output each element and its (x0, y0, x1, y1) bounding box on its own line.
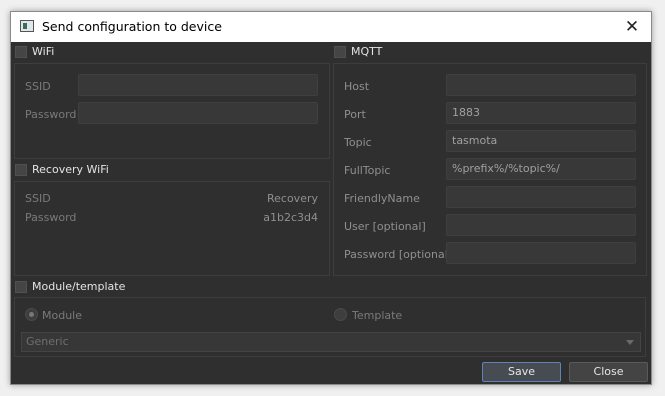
recovery-wifi-checkbox[interactable] (15, 164, 27, 176)
title-bar: Send configuration to device ✕ (11, 12, 651, 42)
recovery-ssid-value: Recovery (266, 192, 318, 205)
mqtt-password-input[interactable] (446, 242, 636, 264)
dialog-window: Send configuration to device ✕ WiFi SSID… (10, 11, 652, 385)
mqtt-port-input[interactable]: 1883 (446, 102, 636, 124)
mqtt-host-input[interactable] (446, 74, 636, 96)
module-template-checkbox[interactable] (15, 281, 27, 293)
mqtt-user-input[interactable] (446, 214, 636, 236)
mqtt-friendlyname-input[interactable] (446, 186, 636, 208)
window-title: Send configuration to device (42, 19, 222, 34)
wifi-section-title: WiFi (32, 45, 55, 58)
module-select[interactable]: Generic (21, 332, 641, 352)
chevron-down-icon (626, 340, 634, 345)
recovery-password-label: Password (25, 211, 77, 224)
template-radio[interactable] (334, 308, 347, 321)
app-icon (20, 20, 34, 32)
mqtt-port-label: Port (344, 108, 366, 121)
mqtt-fulltopic-input[interactable]: %prefix%/%topic%/ (446, 158, 636, 180)
mqtt-user-label: User [optional] (344, 220, 426, 233)
module-select-value: Generic (26, 335, 69, 348)
module-radio[interactable] (25, 308, 38, 321)
wifi-ssid-label: SSID (25, 80, 51, 93)
mqtt-topic-input[interactable]: tasmota (446, 130, 636, 152)
mqtt-section-title: MQTT (351, 45, 383, 58)
mqtt-topic-label: Topic (344, 136, 372, 149)
save-button[interactable]: Save (482, 362, 561, 382)
mqtt-host-label: Host (344, 80, 370, 93)
recovery-wifi-section-title: Recovery WiFi (32, 163, 109, 176)
recovery-ssid-label: SSID (25, 192, 51, 205)
module-radio-label: Module (42, 309, 82, 322)
close-button[interactable]: Close (569, 362, 648, 382)
recovery-password-value: a1b2c3d4 (263, 211, 318, 224)
module-template-section-title: Module/template (32, 280, 126, 293)
mqtt-checkbox[interactable] (334, 46, 346, 58)
mqtt-friendlyname-label: FriendlyName (344, 192, 420, 205)
wifi-checkbox[interactable] (15, 46, 27, 58)
mqtt-password-label: Password [optional] (344, 248, 453, 261)
wifi-ssid-input[interactable] (78, 74, 318, 96)
mqtt-fulltopic-label: FullTopic (344, 164, 391, 177)
wifi-password-input[interactable] (78, 102, 318, 124)
wifi-password-label: Password (25, 108, 77, 121)
close-window-icon[interactable]: ✕ (621, 16, 643, 38)
template-radio-label: Template (352, 309, 403, 322)
